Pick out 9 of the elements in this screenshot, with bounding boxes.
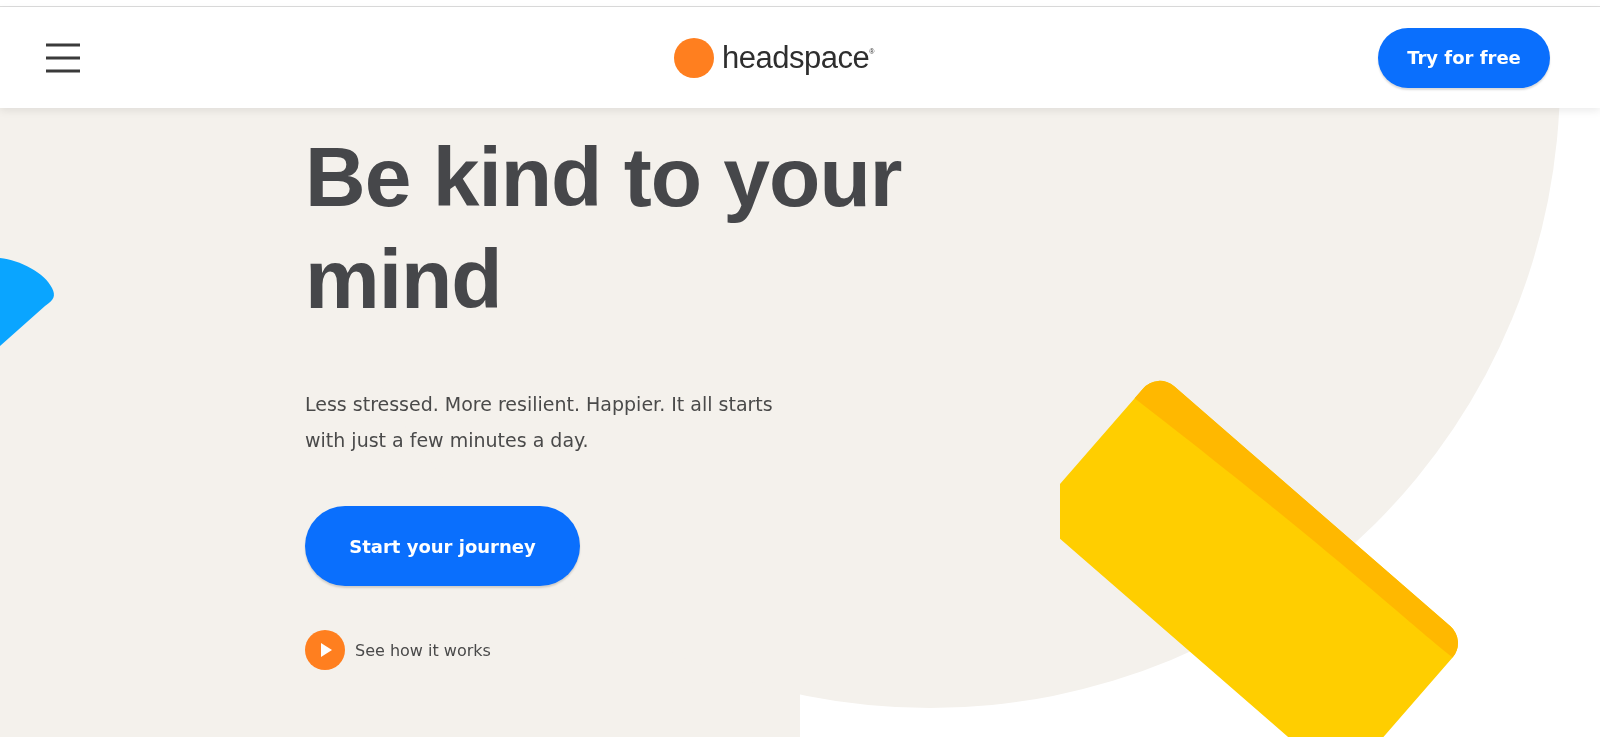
menu-icon[interactable] [46, 42, 80, 73]
logo-text[interactable]: headspace$^{®}$ [722, 39, 874, 76]
see-how-it-works-link[interactable]: See how it works [355, 640, 491, 660]
hero-subtitle: Less stressed. More resilient. Happier. It all starts with just a few minutes a day. [305, 392, 774, 453]
hero-heading: Be kind to your mind [305, 129, 903, 328]
start-journey-button[interactable]: Start your journey [305, 506, 580, 586]
play-icon[interactable] [305, 630, 345, 670]
try-for-free-button[interactable]: Try for free [1378, 27, 1550, 88]
logo-icon [674, 37, 715, 78]
